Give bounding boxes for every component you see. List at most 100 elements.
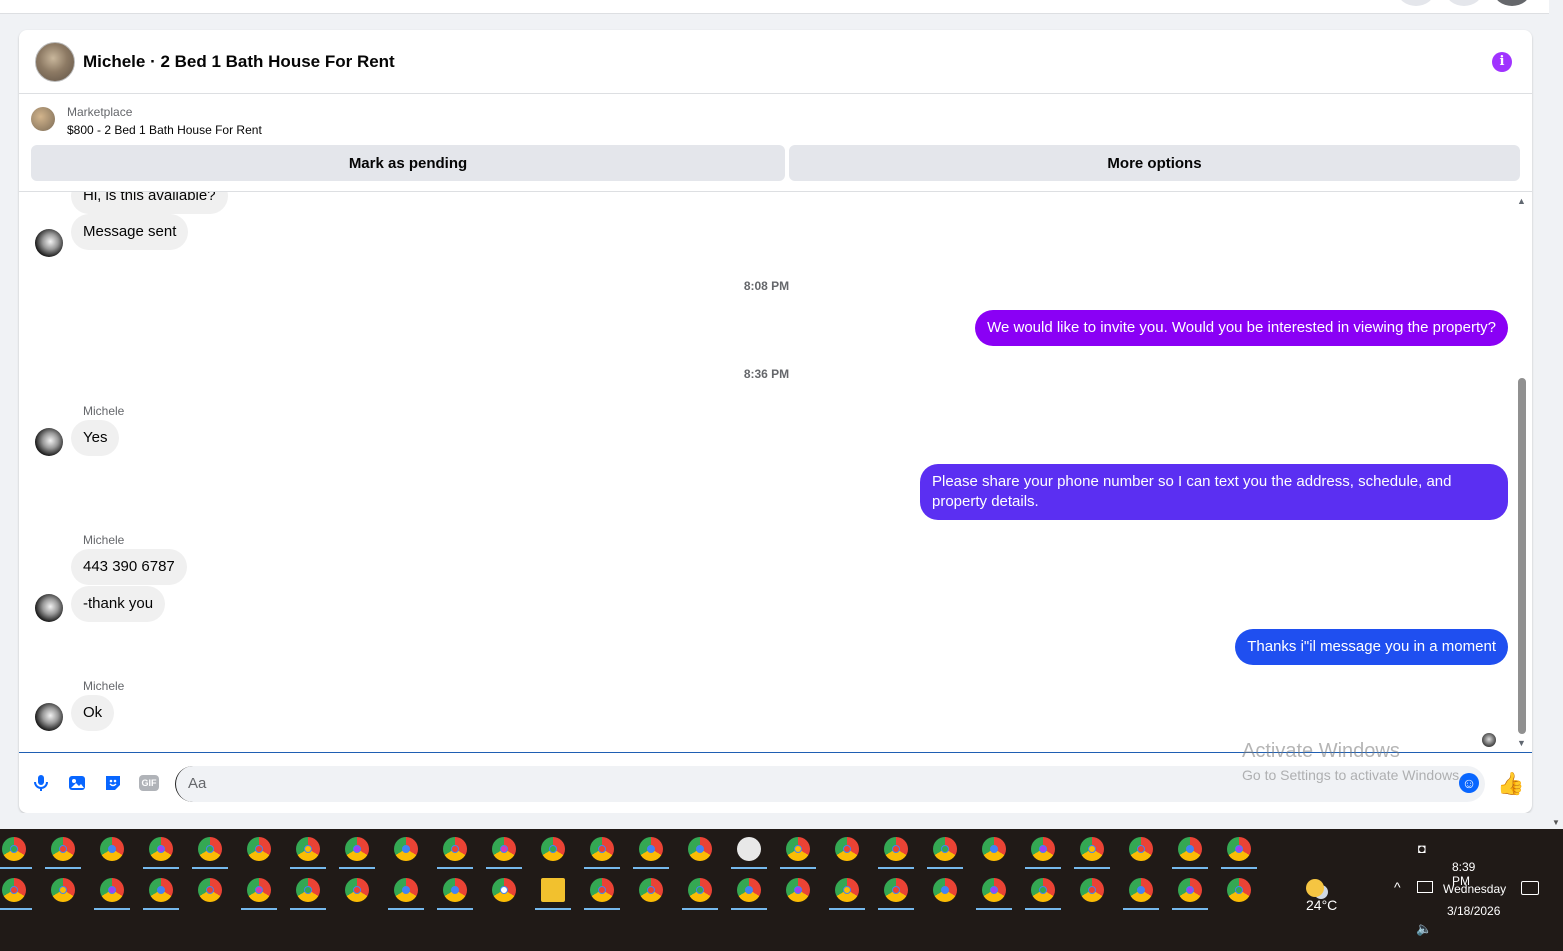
chrome-app-icon[interactable] (1031, 878, 1055, 902)
mark-as-pending-button[interactable]: Mark as pending (31, 145, 785, 181)
outgoing-message: We would like to invite you. Would you b… (975, 310, 1508, 346)
scrollbar-thumb[interactable] (1518, 378, 1526, 734)
network-icon[interactable] (1417, 881, 1433, 893)
chrome-app-icon[interactable] (786, 878, 810, 902)
chrome-app-icon[interactable] (51, 878, 75, 902)
listing-thumbnail[interactable] (31, 107, 55, 131)
taskbar-active-indicator (1025, 908, 1061, 910)
taskbar-active-indicator (0, 867, 32, 869)
chrome-app-icon[interactable] (590, 878, 614, 902)
seen-indicator-avatar (1482, 733, 1496, 747)
weather-widget[interactable]: 24°C (1306, 879, 1337, 913)
weather-icon (1306, 879, 1324, 898)
file-explorer-icon[interactable] (541, 878, 565, 902)
chrome-app-icon[interactable] (884, 837, 908, 861)
chrome-app-icon[interactable] (1227, 837, 1251, 861)
notifications-icon[interactable] (1521, 881, 1539, 895)
listing-avatar[interactable] (35, 42, 75, 82)
chrome-app-icon[interactable] (1031, 837, 1055, 861)
chrome-app-icon[interactable] (1080, 837, 1104, 861)
chrome-app-icon[interactable] (394, 837, 418, 861)
chrome-app-icon[interactable] (394, 878, 418, 902)
chrome-app-icon[interactable] (688, 837, 712, 861)
microphone-icon[interactable] (31, 773, 51, 793)
more-options-button[interactable]: More options (789, 145, 1520, 181)
chrome-app-icon[interactable] (149, 878, 173, 902)
chrome-app-icon[interactable] (492, 878, 516, 902)
chrome-app-icon[interactable] (492, 837, 516, 861)
thread-scrollbar[interactable]: ▲ ▼ (1514, 192, 1528, 752)
chrome-app-icon[interactable] (296, 878, 320, 902)
chrome-app-icon[interactable] (1129, 878, 1153, 902)
chrome-app-icon[interactable] (933, 878, 957, 902)
info-icon[interactable]: i (1492, 52, 1512, 72)
chrome-app-icon[interactable] (2, 837, 26, 861)
taskbar-active-indicator (584, 867, 620, 869)
meet-now-icon[interactable]: ◘ (1418, 841, 1426, 856)
chrome-app-icon[interactable] (541, 837, 565, 861)
chrome-app-icon[interactable] (1227, 878, 1251, 902)
incoming-message: Ok (71, 695, 115, 731)
chrome-app-icon[interactable] (590, 837, 614, 861)
chrome-app-icon[interactable] (639, 837, 663, 861)
chrome-app-icon[interactable] (1080, 878, 1104, 902)
avatar (35, 229, 63, 257)
scroll-down-icon[interactable]: ▼ (1552, 818, 1560, 827)
timestamp: 8:36 PM (743, 367, 790, 381)
toolbar-button-icon[interactable] (1446, 0, 1482, 6)
chrome-app-icon[interactable] (1178, 837, 1202, 861)
chrome-app-icon[interactable] (884, 878, 908, 902)
chrome-app-icon[interactable] (198, 837, 222, 861)
chrome-app-icon[interactable] (149, 837, 173, 861)
chrome-app-icon[interactable] (100, 878, 124, 902)
account-avatar[interactable] (1494, 0, 1530, 6)
watermark-title: Activate Windows (1242, 740, 1400, 762)
clock-day[interactable]: Wednesday (1443, 882, 1506, 896)
sticker-icon[interactable] (103, 773, 123, 793)
page-bottom-strip (0, 813, 1563, 829)
chrome-app-icon[interactable] (1178, 878, 1202, 902)
chrome-app-icon[interactable] (443, 878, 467, 902)
chrome-app-icon[interactable] (835, 878, 859, 902)
chrome-app-icon[interactable] (982, 878, 1006, 902)
chrome-app-icon[interactable] (2, 878, 26, 902)
chrome-app-icon[interactable] (982, 837, 1006, 861)
taskbar-active-indicator (0, 908, 32, 910)
gif-icon[interactable]: GIF (139, 775, 159, 791)
chrome-app-icon[interactable] (345, 878, 369, 902)
chevron-up-icon[interactable]: ^ (1394, 879, 1401, 895)
chrome-app-icon[interactable] (639, 878, 663, 902)
chat-title[interactable]: Michele · 2 Bed 1 Bath House For Rent (83, 52, 395, 72)
chrome-app-icon[interactable] (51, 837, 75, 861)
page-scrollbar[interactable]: ▼ (1549, 0, 1563, 829)
chrome-app-icon[interactable] (247, 878, 271, 902)
chrome-app-icon[interactable] (198, 878, 222, 902)
scroll-down-icon[interactable]: ▼ (1517, 738, 1526, 748)
taskbar-active-indicator (437, 867, 473, 869)
volume-icon[interactable]: 🔈 (1416, 921, 1432, 937)
taskbar-active-indicator (143, 908, 179, 910)
listing-title[interactable]: $800 - 2 Bed 1 Bath House For Rent (67, 123, 262, 137)
taskbar-active-indicator (780, 867, 816, 869)
chrome-app-icon[interactable] (786, 837, 810, 861)
chrome-app-icon[interactable] (1129, 837, 1153, 861)
chrome-app-icon[interactable] (247, 837, 271, 861)
chrome-app-icon[interactable] (737, 878, 761, 902)
chrome-app-icon[interactable] (933, 837, 957, 861)
marketplace-label: Marketplace (67, 105, 133, 119)
scroll-up-icon[interactable]: ▲ (1517, 196, 1526, 206)
message-thread[interactable]: Hi, is this available? Message sent 8:08… (19, 192, 1514, 752)
chrome-app-icon[interactable] (100, 837, 124, 861)
clock-date[interactable]: 3/18/2026 (1447, 904, 1500, 918)
avatar (35, 428, 63, 456)
toolbar-button-icon[interactable] (1398, 0, 1434, 6)
incoming-message: Yes (71, 420, 120, 456)
chrome-app-icon[interactable] (296, 837, 320, 861)
chrome-app-icon[interactable] (443, 837, 467, 861)
chrome-app-icon[interactable] (835, 837, 859, 861)
chrome-app-icon[interactable] (345, 837, 369, 861)
photo-icon[interactable] (67, 773, 87, 793)
app-icon[interactable] (737, 837, 761, 861)
like-icon[interactable]: 👍 (1497, 771, 1524, 797)
chrome-app-icon[interactable] (688, 878, 712, 902)
